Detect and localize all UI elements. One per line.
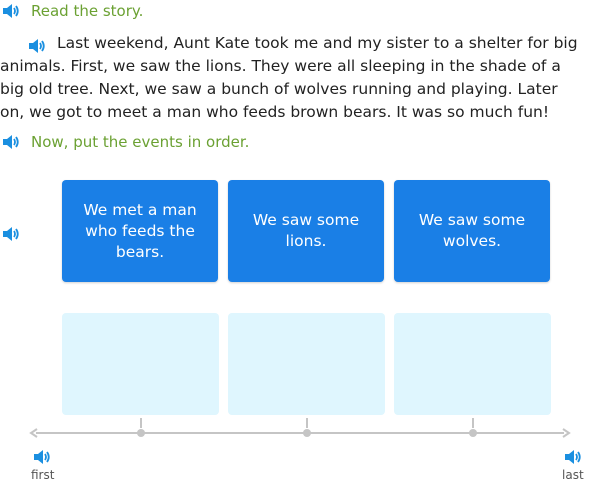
timeline-line xyxy=(36,432,564,434)
drop-slot-3[interactable] xyxy=(394,313,551,415)
timeline-tick xyxy=(472,418,474,428)
story-line: on, we got to meet a man who feeds brown… xyxy=(0,103,550,121)
event-card-label: We saw some lions. xyxy=(252,211,360,250)
speaker-icon[interactable] xyxy=(2,134,20,150)
timeline-tick xyxy=(306,418,308,428)
speaker-icon[interactable] xyxy=(2,3,20,19)
speaker-icon[interactable] xyxy=(2,226,20,242)
timeline-point xyxy=(469,429,477,437)
axis-arrow-right-icon xyxy=(562,428,571,438)
speaker-icon[interactable] xyxy=(33,449,51,465)
drop-slot-1[interactable] xyxy=(62,313,219,415)
timeline-first-label: first xyxy=(31,468,55,482)
timeline-tick xyxy=(140,418,142,428)
event-card-lions[interactable]: We saw some lions. xyxy=(228,180,384,282)
speaker-icon[interactable] xyxy=(564,449,582,465)
drop-slot-2[interactable] xyxy=(228,313,385,415)
instruction-order: Now, put the events in order. xyxy=(31,133,250,151)
timeline-point xyxy=(303,429,311,437)
event-card-label: We saw some wolves. xyxy=(418,211,526,250)
event-card-bears[interactable]: We met a man who feeds the bears. xyxy=(62,180,218,282)
timeline-point xyxy=(137,429,145,437)
event-card-wolves[interactable]: We saw some wolves. xyxy=(394,180,550,282)
story-line: big old tree. Next, we saw a bunch of wo… xyxy=(0,80,558,98)
instruction-read: Read the story. xyxy=(31,2,144,20)
story-line: animals. First, we saw the lions. They w… xyxy=(0,57,561,75)
timeline-last-label: last xyxy=(562,468,584,482)
speaker-icon[interactable] xyxy=(28,38,46,54)
event-card-label: We met a man who feeds the bears. xyxy=(83,200,197,261)
story-line: Last weekend, Aunt Kate took me and my s… xyxy=(57,34,578,52)
